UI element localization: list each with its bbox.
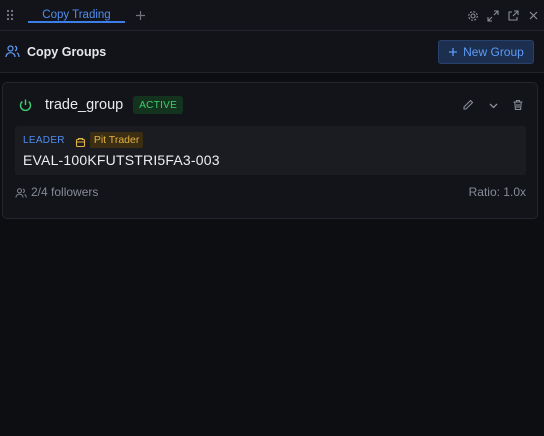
drag-handle-icon[interactable] (0, 0, 20, 31)
trader-icon (75, 135, 86, 147)
plus-icon[interactable] (133, 8, 147, 22)
tab-bar: Copy Trading (0, 0, 544, 31)
trash-icon[interactable] (511, 98, 525, 112)
copy-ratio: Ratio: 1.0x (468, 185, 526, 199)
external-link-icon[interactable] (506, 9, 520, 23)
pencil-icon[interactable] (461, 98, 475, 112)
users-icon (5, 44, 20, 59)
copy-group-card: trade_group ACTIVE LEADER Pit Trader EVA… (2, 82, 538, 219)
leader-row: LEADER Pit Trader (23, 132, 144, 148)
group-footer: 2/4 followers Ratio: 1.0x (15, 184, 526, 200)
expand-icon[interactable] (486, 9, 500, 23)
group-name: trade_group (45, 97, 124, 113)
window-controls (466, 0, 540, 31)
leader-account-id: EVAL-100KFUTSTRI5FA3-003 (23, 152, 220, 168)
leader-panel: LEADER Pit Trader EVAL-100KFUTSTRI5FA3-0… (15, 126, 526, 175)
new-group-button[interactable]: New Group (438, 40, 534, 64)
group-header: trade_group ACTIVE (3, 83, 537, 127)
power-icon[interactable] (18, 98, 33, 113)
trader-badge: Pit Trader (89, 132, 144, 148)
leader-label: LEADER (23, 134, 65, 146)
close-icon[interactable] (526, 9, 540, 23)
tab-label: Copy Trading (42, 9, 111, 21)
status-badge: ACTIVE (133, 96, 184, 114)
chevron-down-icon[interactable] (486, 98, 500, 112)
followers-icon (15, 186, 27, 198)
group-actions (461, 98, 525, 112)
gear-icon[interactable] (466, 9, 480, 23)
copy-groups-header: Copy Groups New Group (0, 31, 544, 73)
followers-count: 2/4 followers (31, 185, 99, 199)
tab-copy-trading[interactable]: Copy Trading (28, 0, 125, 31)
plus-icon (449, 48, 458, 56)
page-title: Copy Groups (27, 44, 107, 59)
new-group-label: New Group (463, 45, 524, 59)
